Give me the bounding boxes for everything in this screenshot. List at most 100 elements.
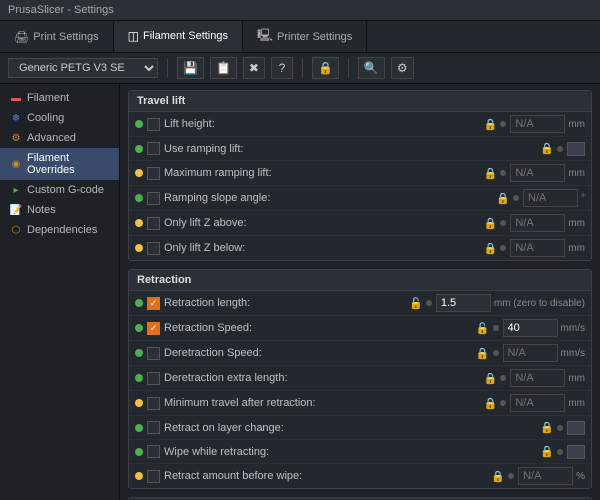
- checkbox-retract-layer-change[interactable]: [147, 421, 160, 434]
- delete-button[interactable]: ✖: [243, 57, 265, 79]
- checkbox-lift-z-below[interactable]: [147, 242, 160, 255]
- lock-lift-height[interactable]: 🔒: [484, 118, 498, 131]
- lock-deretraction-extra[interactable]: 🔒: [484, 372, 498, 385]
- lock-retraction-speed[interactable]: 🔓: [476, 322, 490, 335]
- input-lift-z-below[interactable]: [510, 239, 565, 257]
- lock-slope-angle[interactable]: 🔒: [496, 192, 510, 205]
- input-retraction-speed[interactable]: [503, 319, 558, 337]
- lock-retraction-length[interactable]: 🔓: [409, 297, 423, 310]
- label-lift-z-below: Only lift Z below:: [164, 242, 484, 254]
- tab-printer-settings[interactable]: 🖳 Printer Settings: [243, 21, 367, 52]
- label-retract-before-wipe: Retract amount before wipe:: [164, 470, 491, 482]
- checkbox-lift-z-above[interactable]: [147, 217, 160, 230]
- label-wipe-retracting: Wipe while retracting:: [164, 446, 540, 458]
- controls-deretraction-speed: 🔒 mm/s: [476, 344, 585, 362]
- label-max-ramping-lift: Maximum ramping lift:: [164, 167, 484, 179]
- row-deretraction-extra: Deretraction extra length: 🔒 mm: [129, 366, 591, 391]
- copy-button[interactable]: 📋: [210, 57, 237, 79]
- lock-retract-layer-change[interactable]: 🔒: [540, 421, 554, 434]
- controls-slope-angle: 🔒 °: [496, 189, 585, 207]
- dot-min-travel: [135, 399, 143, 407]
- lock-button[interactable]: 🔒: [312, 57, 339, 79]
- sidebar-item-dependencies[interactable]: ⬡ Dependencies: [0, 220, 119, 240]
- dot-small-ramping-lift: [557, 146, 563, 152]
- controls-lift-z-below: 🔒 mm: [484, 239, 585, 257]
- input-max-ramping-lift[interactable]: [510, 164, 565, 182]
- row-lift-z-above: Only lift Z above: 🔒 mm: [129, 211, 591, 236]
- tab-print-settings[interactable]: 🖨 Print Settings: [0, 21, 114, 52]
- controls-retraction-speed: 🔓 mm/s: [476, 319, 585, 337]
- lock-max-ramping-lift[interactable]: 🔒: [484, 167, 498, 180]
- title-bar: PrusaSlicer - Settings: [0, 0, 600, 21]
- label-deretraction-speed: Deretraction Speed:: [164, 347, 476, 359]
- unit-retract-before-wipe: %: [576, 471, 585, 482]
- checkbox-wipe-retracting[interactable]: [147, 445, 160, 458]
- checkbox-max-ramping-lift[interactable]: [147, 167, 160, 180]
- dot-wipe-retracting: [135, 448, 143, 456]
- custom-gcode-icon: ▸: [10, 184, 22, 196]
- input-min-travel[interactable]: [510, 394, 565, 412]
- input-slope-angle[interactable]: [523, 189, 578, 207]
- lock-lift-z-below[interactable]: 🔒: [484, 242, 498, 255]
- input-lift-height[interactable]: [510, 115, 565, 133]
- dot-small-retraction-length: [426, 300, 432, 306]
- main-layout: ▬ Filament ❄ Cooling ⚙ Advanced ◉ Filame…: [0, 84, 600, 500]
- sidebar-item-dependencies-label: Dependencies: [27, 224, 97, 236]
- dot-retraction-speed: [135, 324, 143, 332]
- checkbox-min-travel[interactable]: [147, 397, 160, 410]
- toolbar-separator-2: [302, 58, 303, 78]
- sidebar-item-filament-overrides[interactable]: ◉ Filament Overrides: [0, 148, 119, 180]
- checkbox-retract-before-wipe[interactable]: [147, 470, 160, 483]
- input-lift-z-above[interactable]: [510, 214, 565, 232]
- lock-wipe-retracting[interactable]: 🔒: [540, 445, 554, 458]
- section-retraction: Retraction ✓ Retraction length: 🔓 mm (ze…: [128, 269, 592, 489]
- lock-min-travel[interactable]: 🔒: [484, 397, 498, 410]
- sidebar-item-custom-gcode-label: Custom G-code: [27, 184, 104, 196]
- lock-lift-z-above[interactable]: 🔒: [484, 217, 498, 230]
- row-retraction-length: ✓ Retraction length: 🔓 mm (zero to disab…: [129, 291, 591, 316]
- dot-small-lift-z-above: [500, 220, 506, 226]
- lock-ramping-lift[interactable]: 🔒: [540, 142, 554, 155]
- dot-small-retract-layer-change: [557, 425, 563, 431]
- checkbox-lift-height[interactable]: [147, 118, 160, 131]
- dot-small-lift-height: [500, 121, 506, 127]
- sidebar-item-advanced[interactable]: ⚙ Advanced: [0, 128, 119, 148]
- dot-small-retraction-speed: [493, 325, 499, 331]
- sidebar-item-notes[interactable]: 📝 Notes: [0, 200, 119, 220]
- square-ramping-lift[interactable]: [567, 142, 585, 156]
- settings-button[interactable]: ⚙: [391, 57, 414, 79]
- input-deretraction-speed[interactable]: [503, 344, 558, 362]
- controls-lift-z-above: 🔒 mm: [484, 214, 585, 232]
- checkbox-deretraction-speed[interactable]: [147, 347, 160, 360]
- input-deretraction-extra[interactable]: [510, 369, 565, 387]
- search-button[interactable]: 🔍: [358, 57, 385, 79]
- square-wipe-retracting[interactable]: [567, 445, 585, 459]
- input-retraction-length[interactable]: [436, 294, 491, 312]
- controls-min-travel: 🔒 mm: [484, 394, 585, 412]
- checkbox-retraction-length[interactable]: ✓: [147, 297, 160, 310]
- tab-filament-settings[interactable]: ◫ Filament Settings: [114, 21, 243, 52]
- help-button[interactable]: ?: [271, 57, 293, 79]
- profile-select[interactable]: Generic PETG V3 SE: [8, 58, 158, 78]
- save-button[interactable]: 💾: [177, 57, 204, 79]
- dot-small-deretraction-speed: [493, 350, 499, 356]
- checkbox-retraction-speed[interactable]: ✓: [147, 322, 160, 335]
- dot-small-max-ramping-lift: [500, 170, 506, 176]
- controls-deretraction-extra: 🔒 mm: [484, 369, 585, 387]
- toolbar-separator-3: [348, 58, 349, 78]
- input-retract-before-wipe[interactable]: [518, 467, 573, 485]
- square-retract-layer-change[interactable]: [567, 421, 585, 435]
- lock-retract-before-wipe[interactable]: 🔒: [491, 470, 505, 483]
- sidebar-item-cooling[interactable]: ❄ Cooling: [0, 108, 119, 128]
- print-settings-icon: 🖨: [14, 30, 29, 44]
- sidebar-item-custom-gcode[interactable]: ▸ Custom G-code: [0, 180, 119, 200]
- label-lift-height: Lift height:: [164, 118, 484, 130]
- controls-retract-layer-change: 🔒: [540, 421, 585, 435]
- checkbox-deretraction-extra[interactable]: [147, 372, 160, 385]
- sidebar-item-filament[interactable]: ▬ Filament: [0, 88, 119, 108]
- controls-ramping-lift: 🔒: [540, 142, 585, 156]
- checkbox-slope-angle[interactable]: [147, 192, 160, 205]
- row-max-ramping-lift: Maximum ramping lift: 🔒 mm: [129, 161, 591, 186]
- lock-deretraction-speed[interactable]: 🔒: [476, 347, 490, 360]
- checkbox-ramping-lift[interactable]: [147, 142, 160, 155]
